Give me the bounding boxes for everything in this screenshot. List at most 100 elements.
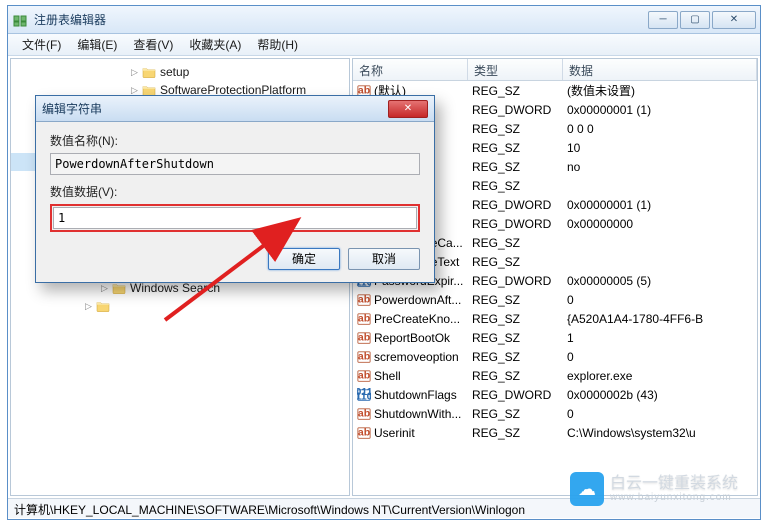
titlebar[interactable]: 注册表编辑器 ─ ▢ ✕ xyxy=(8,6,760,34)
value-name: Userinit xyxy=(374,426,415,440)
expander-icon[interactable]: ▷ xyxy=(83,301,94,312)
window-title: 注册表编辑器 xyxy=(34,11,648,28)
expander-icon[interactable]: ▷ xyxy=(99,283,110,294)
list-row[interactable]: Userinit REG_SZC:\Windows\system32\u xyxy=(353,423,757,442)
close-button[interactable]: ✕ xyxy=(712,11,756,29)
maximize-button[interactable]: ▢ xyxy=(680,11,710,29)
list-row[interactable]: ShutdownFlagsREG_DWORD0x0000002b (43) xyxy=(353,385,757,404)
watermark-url: www.baiyunxitong.com xyxy=(610,492,738,503)
dialog-title: 编辑字符串 xyxy=(42,100,388,117)
menu-help[interactable]: 帮助(H) xyxy=(249,34,306,55)
binary-icon xyxy=(357,388,371,402)
value-type: REG_SZ xyxy=(468,407,563,421)
value-data: 0x00000000 xyxy=(563,217,757,231)
watermark-brand: 白云一键重装系统 xyxy=(610,475,738,493)
value-type: REG_SZ xyxy=(468,141,563,155)
menu-view[interactable]: 查看(V) xyxy=(125,34,181,55)
value-type: REG_SZ xyxy=(468,331,563,345)
col-name[interactable]: 名称 xyxy=(353,59,468,80)
value-data: no xyxy=(563,160,757,174)
value-type: REG_SZ xyxy=(468,369,563,383)
value-name: PreCreateKno... xyxy=(374,312,460,326)
minimize-button[interactable]: ─ xyxy=(648,11,678,29)
value-type: REG_SZ xyxy=(468,160,563,174)
value-type: REG_DWORD xyxy=(468,103,563,117)
value-name: scremoveoption xyxy=(374,350,459,364)
value-name: ReportBootOk xyxy=(374,331,450,345)
app-icon xyxy=(12,12,28,28)
list-row[interactable]: scremoveoption REG_SZ0 xyxy=(353,347,757,366)
name-input xyxy=(50,153,420,175)
value-data: 0 xyxy=(563,407,757,421)
value-type: REG_DWORD xyxy=(468,217,563,231)
value-type: REG_SZ xyxy=(468,426,563,440)
name-label: 数值名称(N): xyxy=(50,132,420,149)
value-name: ShutdownFlags xyxy=(374,388,457,402)
dialog-titlebar[interactable]: 编辑字符串 ✕ xyxy=(36,96,434,122)
value-type: REG_SZ xyxy=(468,179,563,193)
value-name: Shell xyxy=(374,369,401,383)
value-data: {A520A1A4-1780-4FF6-B xyxy=(563,312,757,326)
tree-label: setup xyxy=(160,65,189,79)
ok-button[interactable]: 确定 xyxy=(268,248,340,270)
menu-favorites[interactable]: 收藏夹(A) xyxy=(181,34,249,55)
value-name: ShutdownWith... xyxy=(374,407,461,421)
expander-icon[interactable]: ▷ xyxy=(129,67,140,78)
value-data: 1 xyxy=(563,331,757,345)
value-type: REG_DWORD xyxy=(468,388,563,402)
value-type: REG_SZ xyxy=(468,84,563,98)
string-icon xyxy=(357,350,371,364)
value-type: REG_SZ xyxy=(468,293,563,307)
dialog-close-button[interactable]: ✕ xyxy=(388,100,428,118)
string-icon xyxy=(357,312,371,326)
string-icon xyxy=(357,407,371,421)
menu-file[interactable]: 文件(F) xyxy=(14,34,69,55)
string-icon xyxy=(357,331,371,345)
string-icon xyxy=(357,293,371,307)
value-name: PowerdownAft... xyxy=(374,293,461,307)
value-type: REG_SZ xyxy=(468,255,563,269)
menubar: 文件(F) 编辑(E) 查看(V) 收藏夹(A) 帮助(H) xyxy=(8,34,760,56)
string-icon xyxy=(357,369,371,383)
value-type: REG_DWORD xyxy=(468,274,563,288)
tree-item[interactable]: ▷ xyxy=(11,297,349,315)
value-type: REG_SZ xyxy=(468,312,563,326)
list-row[interactable]: PowerdownAft... REG_SZ0 xyxy=(353,290,757,309)
menu-edit[interactable]: 编辑(E) xyxy=(69,34,125,55)
value-highlight xyxy=(50,204,420,232)
value-data: 0 xyxy=(563,293,757,307)
value-data: 0x00000001 (1) xyxy=(563,103,757,117)
list-row[interactable]: Shell REG_SZexplorer.exe xyxy=(353,366,757,385)
string-icon xyxy=(357,426,371,440)
value-type: REG_SZ xyxy=(468,350,563,364)
data-label: 数值数据(V): xyxy=(50,183,420,200)
watermark-icon: ☁ xyxy=(570,472,604,506)
value-data: (数值未设置) xyxy=(563,82,757,99)
value-data: 10 xyxy=(563,141,757,155)
folder-icon xyxy=(96,300,110,312)
value-type: REG_SZ xyxy=(468,236,563,250)
value-data: 0x00000001 (1) xyxy=(563,198,757,212)
expander-icon[interactable]: ▷ xyxy=(129,85,140,96)
tree-label: Windows Search xyxy=(130,281,220,295)
folder-icon xyxy=(142,66,156,78)
col-type[interactable]: 类型 xyxy=(468,59,563,80)
tree-item[interactable]: ▷ setup xyxy=(11,63,349,81)
value-type: REG_SZ xyxy=(468,122,563,136)
value-data: 0 xyxy=(563,350,757,364)
value-data: 0 0 0 xyxy=(563,122,757,136)
value-type: REG_DWORD xyxy=(468,198,563,212)
cancel-button[interactable]: 取消 xyxy=(348,248,420,270)
value-data: explorer.exe xyxy=(563,369,757,383)
list-row[interactable]: ReportBootOk REG_SZ1 xyxy=(353,328,757,347)
watermark: ☁ 白云一键重装系统 www.baiyunxitong.com xyxy=(570,472,738,506)
col-data[interactable]: 数据 xyxy=(563,59,757,80)
data-input[interactable] xyxy=(53,207,417,229)
edit-string-dialog: 编辑字符串 ✕ 数值名称(N): 数值数据(V): 确定 取消 xyxy=(35,95,435,283)
list-row[interactable]: PreCreateKno... REG_SZ{A520A1A4-1780-4FF6… xyxy=(353,309,757,328)
list-row[interactable]: ShutdownWith... REG_SZ0 xyxy=(353,404,757,423)
list-header: 名称 类型 数据 xyxy=(353,59,757,81)
value-data: C:\Windows\system32\u xyxy=(563,426,757,440)
value-data: 0x00000005 (5) xyxy=(563,274,757,288)
folder-icon xyxy=(112,282,126,294)
